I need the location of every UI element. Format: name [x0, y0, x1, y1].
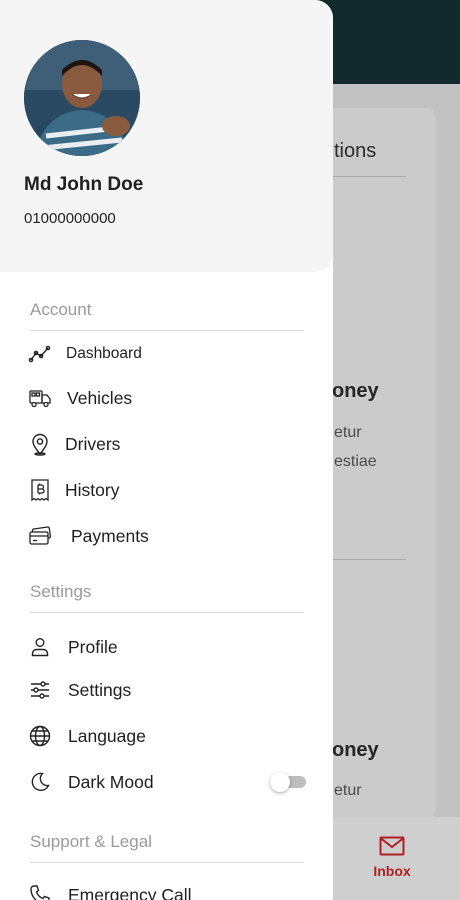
line-chart-icon — [28, 342, 52, 366]
truck-icon — [28, 386, 52, 410]
background-card-text: estiae — [334, 453, 377, 470]
credit-card-icon — [28, 524, 52, 548]
user-icon — [28, 635, 52, 659]
background-card-text: etur — [334, 424, 362, 441]
background-card-title: oney — [332, 380, 379, 402]
user-phone: 01000000000 — [24, 210, 116, 227]
dark-mode-toggle[interactable] — [270, 772, 306, 792]
location-pin-icon — [28, 432, 52, 456]
menu-item-label: Payments — [71, 525, 149, 546]
menu-item-label: Language — [68, 725, 146, 746]
menu-item-dashboard[interactable]: Dashboard — [28, 337, 308, 371]
navigation-drawer: Md John Doe 01000000000 Account Dashboar… — [0, 0, 333, 900]
moon-icon — [28, 770, 52, 794]
section-divider — [30, 330, 304, 331]
menu-item-profile[interactable]: Profile — [28, 630, 308, 664]
section-title-account: Account — [30, 300, 92, 319]
avatar[interactable] — [24, 40, 140, 156]
background-section-title: tions — [334, 140, 377, 162]
menu-item-label: Profile — [68, 636, 118, 657]
menu-item-language[interactable]: Language — [28, 719, 308, 753]
profile-header: Md John Doe 01000000000 — [0, 0, 333, 272]
toggle-thumb — [270, 772, 290, 792]
globe-icon — [28, 724, 52, 748]
menu-item-emergency-call[interactable]: Emergency Call — [28, 878, 308, 900]
menu-item-drivers[interactable]: Drivers — [28, 427, 308, 461]
menu-item-history[interactable]: History — [28, 473, 308, 507]
section-title-settings: Settings — [30, 582, 92, 601]
menu-item-label: History — [65, 479, 120, 500]
mail-icon — [379, 836, 405, 860]
menu-item-settings[interactable]: Settings — [28, 673, 308, 707]
menu-item-label: Settings — [68, 679, 132, 700]
menu-item-vehicles[interactable]: Vehicles — [28, 381, 308, 415]
background-divider — [330, 559, 406, 560]
section-title-support: Support & Legal — [30, 832, 152, 851]
background-divider — [330, 176, 406, 177]
section-divider — [30, 862, 304, 863]
inbox-label: Inbox — [373, 863, 411, 879]
menu-item-payments[interactable]: Payments — [28, 519, 308, 553]
menu-item-label: Dashboard — [66, 345, 142, 362]
menu-item-dark-mode[interactable]: Dark Mood — [28, 765, 308, 799]
receipt-icon — [28, 478, 52, 502]
background-card-title: oney — [332, 739, 379, 761]
menu-item-label: Vehicles — [67, 387, 133, 408]
phone-icon — [28, 883, 52, 900]
menu-item-label: Emergency Call — [68, 884, 192, 900]
section-divider — [30, 612, 304, 613]
inbox-tab[interactable]: Inbox — [364, 836, 420, 879]
menu-item-label: Dark Mood — [68, 771, 154, 792]
menu-item-label: Drivers — [65, 433, 121, 454]
background-card-text: etur — [334, 782, 362, 799]
user-name: Md John Doe — [24, 174, 144, 195]
sliders-icon — [28, 678, 52, 702]
